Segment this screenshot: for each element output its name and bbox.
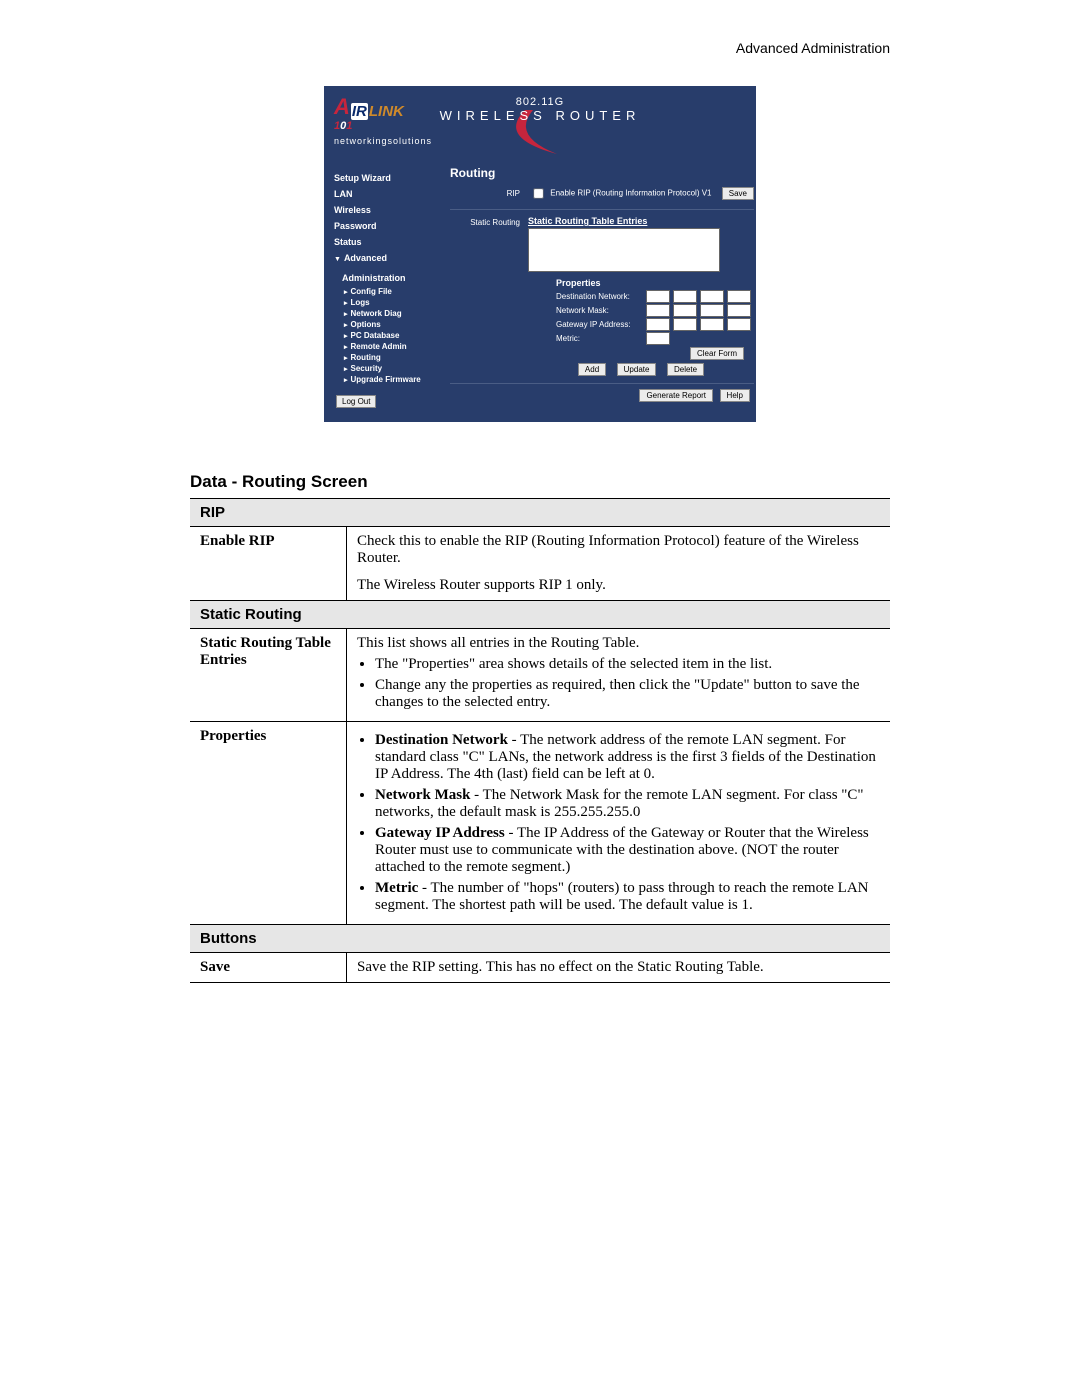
properties-title: Properties	[556, 278, 754, 288]
brand-tagline: networkingsolutions	[334, 136, 432, 146]
section-static-routing: Static Routing	[190, 601, 890, 629]
section-title-routing: Routing	[450, 166, 754, 180]
nav-security[interactable]: Security	[332, 363, 444, 374]
row-desc-properties: Destination Network - The network addres…	[347, 722, 891, 925]
dest-octet-1[interactable]	[646, 290, 670, 303]
data-table: RIP Enable RIP Check this to enable the …	[190, 498, 890, 983]
delete-button[interactable]: Delete	[667, 363, 704, 376]
gw-octet-1[interactable]	[646, 318, 670, 331]
nav-lan[interactable]: LAN	[332, 186, 444, 202]
nav-logs[interactable]: Logs	[332, 297, 444, 308]
label-static-routing: Static Routing	[450, 216, 520, 377]
brand-block: AIRLINK 101 networkingsolutions	[324, 86, 442, 166]
nav-pc-database[interactable]: PC Database	[332, 330, 444, 341]
main-panel: Routing RIP Enable RIP (Routing Informat…	[446, 166, 754, 412]
generate-report-button[interactable]: Generate Report	[639, 389, 713, 402]
dest-octet-3[interactable]	[700, 290, 724, 303]
page-header-right: Advanced Administration	[190, 40, 890, 56]
nav-routing[interactable]: Routing	[332, 352, 444, 363]
update-button[interactable]: Update	[617, 363, 657, 376]
row-desc-enable-rip: Check this to enable the RIP (Routing In…	[347, 527, 891, 601]
nav-config-file[interactable]: Config File	[332, 286, 444, 297]
gw-octet-2[interactable]	[673, 318, 697, 331]
row-label-save: Save	[190, 953, 347, 983]
doc-heading: Data - Routing Screen	[190, 472, 890, 492]
nav-upgrade-firmware[interactable]: Upgrade Firmware	[332, 374, 444, 385]
router-label: 802.11G Wireless Router	[440, 96, 641, 123]
router-screenshot: AIRLINK 101 networkingsolutions 802.11G …	[324, 86, 756, 422]
clear-form-button[interactable]: Clear Form	[690, 347, 744, 360]
nav-wireless[interactable]: Wireless	[332, 202, 444, 218]
section-buttons: Buttons	[190, 925, 890, 953]
mask-octet-2[interactable]	[673, 304, 697, 317]
row-desc-save: Save the RIP setting. This has no effect…	[347, 953, 891, 983]
nav-administration: Administration	[332, 270, 444, 286]
nav-remote-admin[interactable]: Remote Admin	[332, 341, 444, 352]
logout-button[interactable]: Log Out	[336, 395, 376, 408]
logo-letter-A: A	[334, 94, 350, 120]
brand-logo: AIRLINK	[334, 94, 432, 120]
row-label-properties: Properties	[190, 722, 347, 925]
dest-octet-2[interactable]	[673, 290, 697, 303]
nav-advanced[interactable]: Advanced	[332, 250, 444, 266]
nav-options[interactable]: Options	[332, 319, 444, 330]
row-desc-sr-entries: This list shows all entries in the Routi…	[347, 629, 891, 722]
gw-octet-4[interactable]	[727, 318, 751, 331]
row-label-sr-entries: Static Routing Table Entries	[190, 629, 347, 722]
mask-octet-4[interactable]	[727, 304, 751, 317]
nav-password[interactable]: Password	[332, 218, 444, 234]
enable-rip-checkbox[interactable]	[533, 188, 543, 198]
logo-link: LINK	[369, 103, 404, 120]
mask-octet-1[interactable]	[646, 304, 670, 317]
prop-metric-row: Metric:	[556, 332, 754, 345]
enable-rip-text: Enable RIP (Routing Information Protocol…	[550, 189, 711, 198]
mask-octet-3[interactable]	[700, 304, 724, 317]
nav-network-diag[interactable]: Network Diag	[332, 308, 444, 319]
logo-model: 101	[334, 120, 432, 132]
gw-octet-3[interactable]	[700, 318, 724, 331]
logo-ir: IR	[351, 103, 368, 120]
nav-status[interactable]: Status	[332, 234, 444, 250]
help-button[interactable]: Help	[720, 389, 750, 402]
label-rip: RIP	[450, 189, 520, 198]
nav-setup-wizard[interactable]: Setup Wizard	[332, 170, 444, 186]
rip-row: Enable RIP (Routing Information Protocol…	[528, 184, 716, 203]
save-button-rip[interactable]: Save	[722, 187, 754, 200]
row-label-enable-rip: Enable RIP	[190, 527, 347, 601]
prop-dest-row: Destination Network:	[556, 290, 754, 303]
nav-sidebar: Setup Wizard LAN Wireless Password Statu…	[330, 166, 446, 412]
static-routing-listbox[interactable]	[528, 228, 720, 272]
add-button[interactable]: Add	[578, 363, 606, 376]
static-routing-entries-title: Static Routing Table Entries	[528, 216, 754, 226]
metric-input[interactable]	[646, 332, 670, 345]
prop-gw-row: Gateway IP Address:	[556, 318, 754, 331]
dest-octet-4[interactable]	[727, 290, 751, 303]
section-rip: RIP	[190, 499, 890, 527]
prop-mask-row: Network Mask:	[556, 304, 754, 317]
